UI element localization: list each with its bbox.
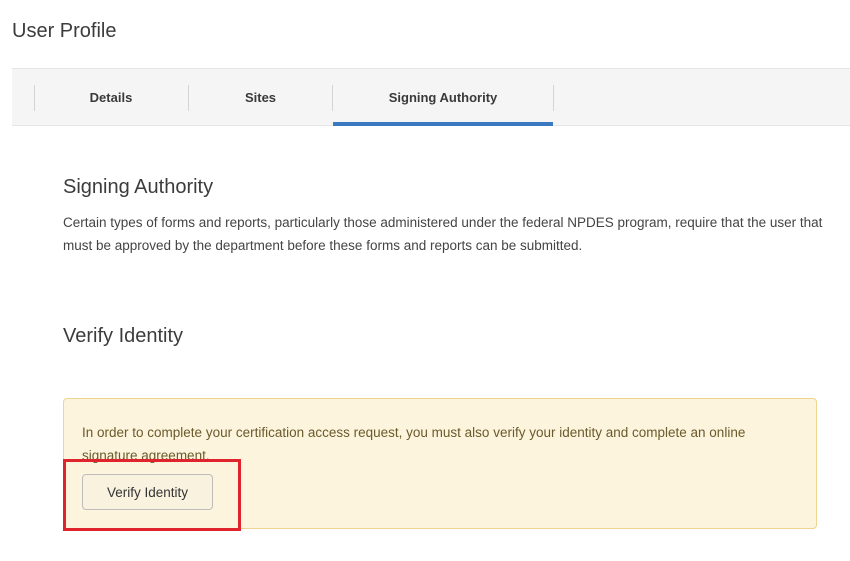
tab-bar: Details Sites Signing Authority bbox=[12, 69, 850, 126]
signing-authority-description: Certain types of forms and reports, part… bbox=[63, 215, 823, 253]
page-title: User Profile bbox=[12, 20, 117, 42]
signing-authority-heading: Signing Authority bbox=[63, 176, 214, 198]
tab-signing-authority[interactable]: Signing Authority bbox=[333, 69, 553, 126]
tab-divider bbox=[553, 85, 554, 111]
alert-message: In order to complete your certification … bbox=[82, 425, 746, 463]
verify-identity-button[interactable]: Verify Identity bbox=[82, 474, 213, 510]
verify-identity-alert: In order to complete your certification … bbox=[63, 398, 817, 529]
tab-sites[interactable]: Sites bbox=[189, 69, 332, 126]
user-profile-page: User Profile Details Sites Signing Autho… bbox=[0, 0, 850, 561]
verify-identity-heading: Verify Identity bbox=[63, 325, 184, 347]
signing-authority-section: Signing Authority Certain types of forms… bbox=[63, 176, 823, 257]
tab-details[interactable]: Details bbox=[34, 69, 188, 126]
